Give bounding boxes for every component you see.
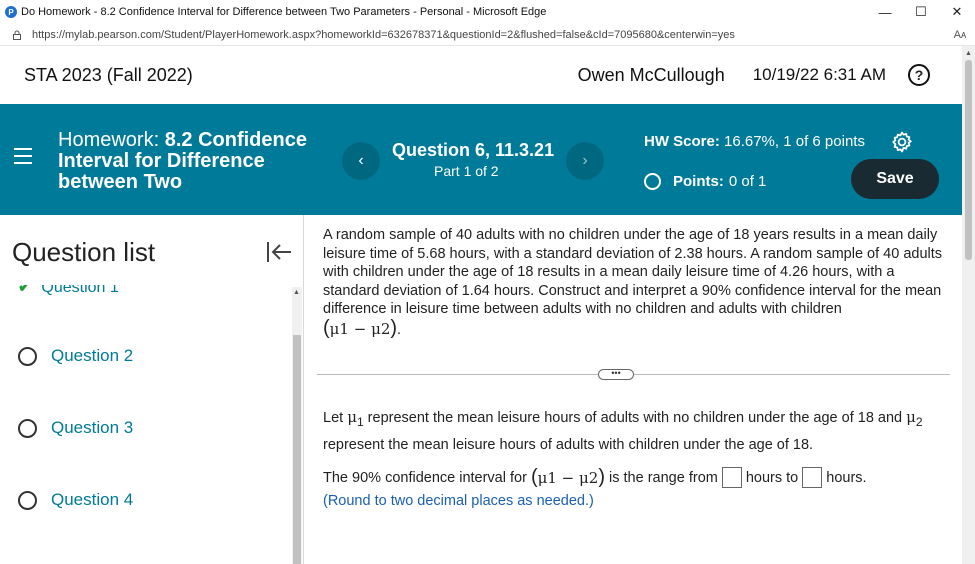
minimize-button[interactable]: — xyxy=(867,5,903,20)
homework-title-lead: Homework: xyxy=(58,129,165,151)
problem-trailing-period: . xyxy=(397,321,402,338)
upper-bound-input[interactable] xyxy=(802,467,823,488)
question-list-item-3[interactable]: Question 3 xyxy=(18,418,133,438)
url-text[interactable]: https://mylab.pearson.com/Student/Player… xyxy=(32,29,945,41)
hw-score: HW Score: 16.67%, 1 of 6 points xyxy=(644,131,865,152)
collapse-panel-icon[interactable] xyxy=(265,240,293,264)
definition-text: Let μ1 represent the mean leisure hours … xyxy=(323,406,943,457)
question-2-label: Question 2 xyxy=(51,346,134,365)
scroll-up-icon[interactable]: ▲ xyxy=(965,50,972,57)
user-name: Owen McCullough xyxy=(577,64,725,85)
question-list-title: Question list xyxy=(12,237,156,267)
close-button[interactable]: ✕ xyxy=(939,4,975,20)
question-list-panel: Question list ✔ Question 1 Question 2 Que… xyxy=(0,215,304,564)
let-prefix: Let xyxy=(323,410,348,426)
question-list-item-2[interactable]: Question 2 xyxy=(18,346,133,366)
question-list-item-1[interactable]: ✔ Question 1 xyxy=(18,279,119,297)
question-3-label: Question 3 xyxy=(51,418,134,437)
problem-text: A random sample of 40 adults with no chi… xyxy=(323,227,943,317)
window-titlebar: P Do Homework - 8.2 Confidence Interval … xyxy=(0,0,975,24)
previous-question-button[interactable]: ‹ xyxy=(342,142,380,180)
unanswered-circle-icon xyxy=(18,418,37,438)
expand-more-button[interactable]: ••• xyxy=(598,369,634,380)
mu2-subscript: 2 xyxy=(915,414,923,429)
next-question-button[interactable]: › xyxy=(566,142,604,180)
problem-statement: A random sample of 40 adults with no chi… xyxy=(323,227,943,339)
unanswered-circle-icon xyxy=(18,346,37,366)
lower-bound-input[interactable] xyxy=(721,467,742,488)
help-icon[interactable]: ? xyxy=(908,64,930,86)
mu1-subscript: 1 xyxy=(356,414,364,429)
mu1-symbol: μ xyxy=(347,408,357,426)
points-circle-icon xyxy=(644,173,661,190)
check-icon: ✔ xyxy=(18,279,32,296)
unanswered-circle-icon xyxy=(18,490,37,510)
question-list-item-4[interactable]: Question 4 xyxy=(18,490,133,510)
hw-score-value: 16.67%, 1 of 6 points xyxy=(724,133,865,150)
window-scrollbar[interactable]: ▲ xyxy=(962,46,975,564)
part-label: Part 1 of 2 xyxy=(434,163,499,179)
points-value: 0 of 1 xyxy=(728,173,767,190)
points-status: Points: 0 of 1 xyxy=(644,173,766,190)
scroll-up-icon[interactable]: ▲ xyxy=(293,289,300,296)
ci-middle: is the range from xyxy=(609,469,718,486)
homework-title: Homework: 8.2 Confidence Interval for Di… xyxy=(58,130,328,193)
confidence-interval-sentence: The 90% confidence interval for (μ1 − μ2… xyxy=(323,466,867,488)
window-title: Do Homework - 8.2 Confidence Interval fo… xyxy=(21,6,547,18)
let-middle: represent the mean leisure hours of adul… xyxy=(363,410,907,426)
question-number: Question 6, 11.3.21 xyxy=(392,140,555,160)
hw-score-label: HW Score: xyxy=(644,133,720,150)
ci-to: hours to xyxy=(745,469,799,486)
gear-icon[interactable] xyxy=(890,130,914,154)
read-aloud-icon[interactable]: Aᴀ xyxy=(945,29,975,41)
address-bar: https://mylab.pearson.com/Student/Player… xyxy=(0,24,975,46)
maximize-button[interactable]: ☐ xyxy=(903,4,939,20)
hamburger-menu-icon[interactable] xyxy=(14,148,32,164)
course-title: STA 2023 (Fall 2022) xyxy=(24,64,193,85)
mu-difference-expression: μ1 − μ2 xyxy=(329,319,391,338)
ci-mu-expression: μ1 − μ2 xyxy=(537,468,599,487)
window-scroll-thumb[interactable] xyxy=(965,60,972,260)
let-suffix: represent the mean leisure hours of adul… xyxy=(323,436,814,453)
datetime: 10/19/22 6:31 AM xyxy=(752,65,886,84)
question-4-label: Question 4 xyxy=(51,490,134,509)
ci-end: hours. xyxy=(826,469,867,486)
question-1-label: Question 1 xyxy=(41,279,119,296)
pearson-tab-icon: P xyxy=(5,6,17,18)
save-button[interactable]: Save xyxy=(851,159,939,199)
question-list-scrollbar[interactable]: ▲ xyxy=(292,287,302,564)
homework-bar: Homework: 8.2 Confidence Interval for Di… xyxy=(0,104,962,215)
rounding-note: (Round to two decimal places as needed.) xyxy=(323,493,594,509)
question-list-scroll-thumb[interactable] xyxy=(293,335,301,564)
course-header: STA 2023 (Fall 2022) Owen McCullough 10/… xyxy=(0,46,962,104)
points-label: Points: xyxy=(673,173,724,190)
lock-icon xyxy=(13,30,21,40)
mu2-symbol: μ xyxy=(906,408,916,426)
question-content: A random sample of 40 adults with no chi… xyxy=(305,215,962,564)
ci-prefix: The 90% confidence interval for xyxy=(323,469,527,486)
